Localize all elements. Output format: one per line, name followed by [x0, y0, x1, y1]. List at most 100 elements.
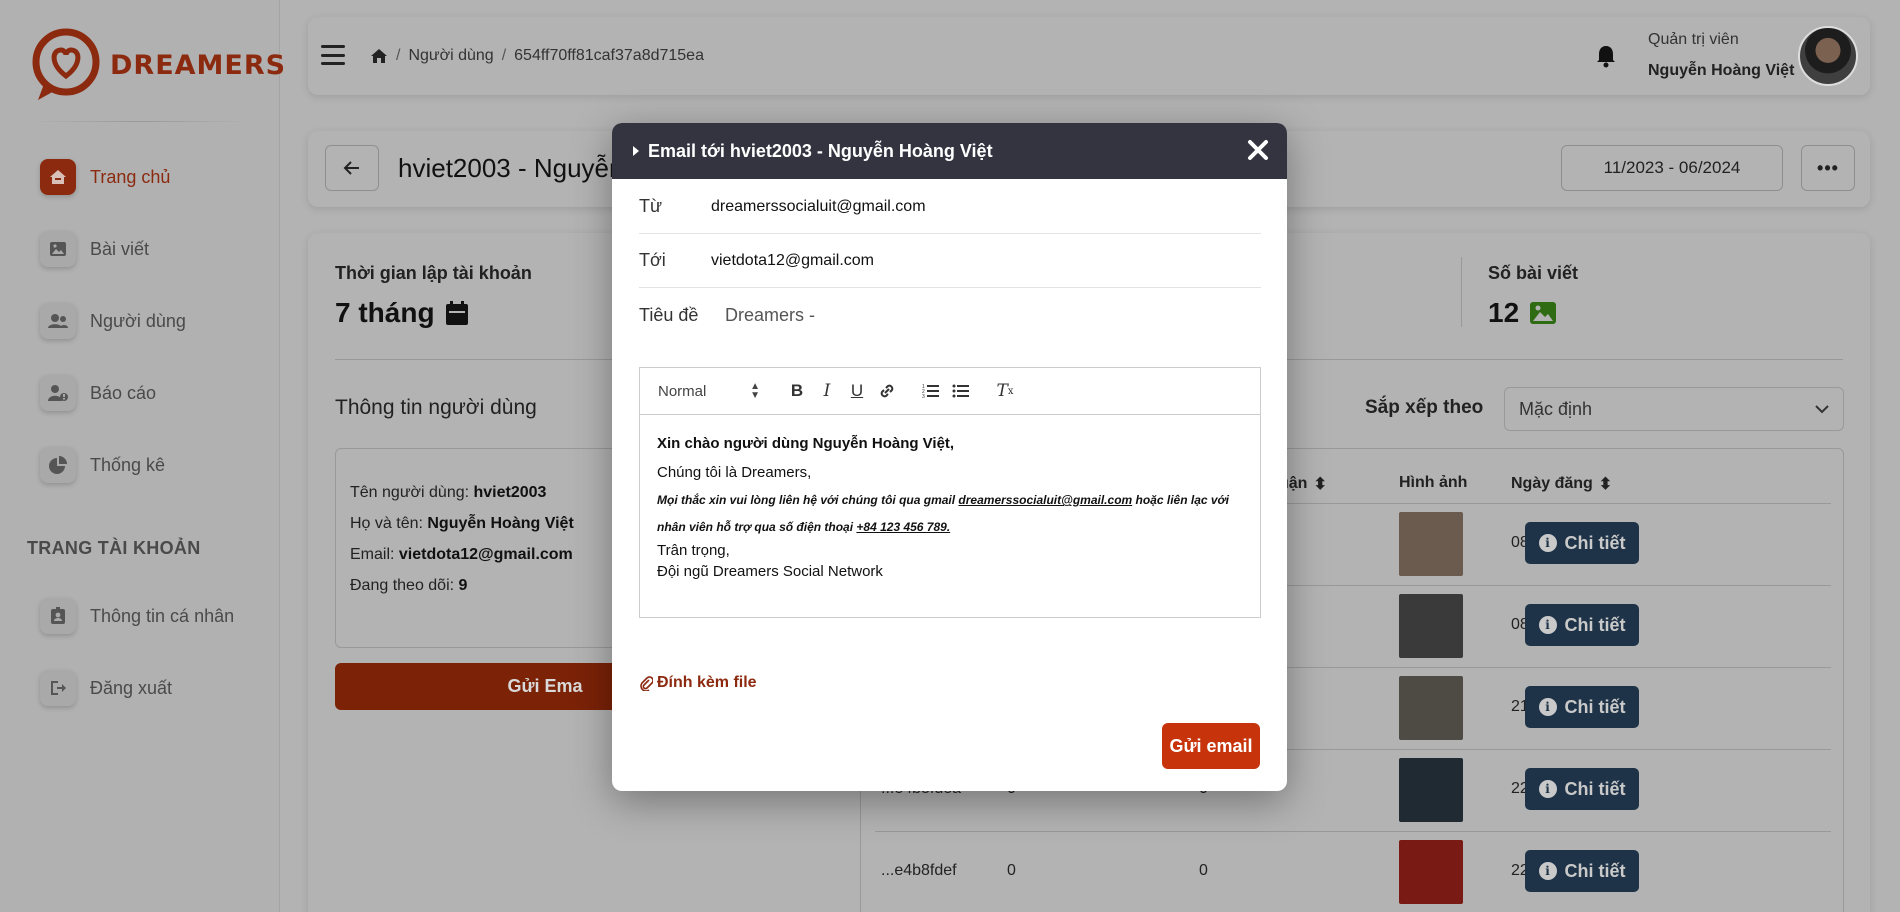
post-thumbnail[interactable]	[1399, 840, 1463, 904]
detail-button[interactable]: i Chi tiết	[1525, 522, 1639, 564]
info-icon: i	[1538, 534, 1557, 552]
home-icon	[40, 159, 76, 195]
svg-text:3: 3	[922, 394, 925, 399]
breadcrumb-users[interactable]: Người dùng	[408, 47, 493, 65]
image-green-icon	[1530, 302, 1557, 324]
menu-toggle-icon[interactable]	[321, 45, 345, 65]
breadcrumb-user-id: 654ff70ff81caf37a8d715ea	[514, 47, 704, 64]
breadcrumb: / Người dùng / 654ff70ff81caf37a8d715ea	[370, 47, 704, 65]
post-thumbnail[interactable]	[1399, 512, 1463, 576]
detail-button[interactable]: i Chi tiết	[1525, 686, 1639, 728]
logo[interactable]: DREAMERS	[30, 28, 286, 102]
italic-icon[interactable]: I	[812, 379, 842, 403]
avatar[interactable]	[1798, 26, 1858, 86]
sort-select[interactable]: Mặc định	[1504, 387, 1844, 431]
bullet-list-icon[interactable]	[946, 379, 976, 403]
detail-button[interactable]: i Chi tiết	[1525, 850, 1639, 892]
bell-icon[interactable]	[1595, 44, 1617, 68]
email-intro: Chúng tôi là Dreamers,	[657, 464, 812, 481]
from-value: dreamerssocialuit@gmail.com	[711, 197, 926, 215]
account-age-value: 7 tháng	[335, 297, 435, 328]
column-header-date[interactable]: Ngày đăng ⬍	[1511, 474, 1612, 494]
attach-file-link[interactable]: Đính kèm file	[639, 674, 757, 692]
sidebar-item-label: Đăng xuất	[90, 677, 173, 698]
account-age-stat: 7 tháng	[335, 297, 469, 329]
info-icon: i	[1538, 862, 1557, 880]
date-range-button[interactable]: 11/2023 - 06/2024	[1561, 145, 1783, 191]
sidebar-item-label: Báo cáo	[90, 382, 157, 403]
info-icon: i	[1538, 780, 1557, 798]
sidebar-item-statistics[interactable]: Thống kê	[40, 445, 165, 485]
email-closing: Trân trọng,	[657, 542, 730, 559]
back-button[interactable]	[325, 145, 379, 191]
to-row: Tới vietdota12@gmail.com	[639, 234, 1261, 288]
post-count-stat: 12	[1488, 297, 1557, 329]
id-card-icon	[40, 598, 76, 634]
close-icon[interactable]	[1245, 137, 1271, 163]
detail-button[interactable]: i Chi tiết	[1525, 768, 1639, 810]
sidebar-item-label: Trang chủ	[90, 166, 171, 187]
logout-icon	[40, 670, 76, 706]
post-count-value: 12	[1488, 297, 1520, 328]
post-comments: 0	[1199, 862, 1208, 879]
modal-title: Email tới hviet2003 - Nguyễn Hoàng Việt	[648, 140, 993, 161]
sidebar-item-posts[interactable]: Bài viết	[40, 229, 149, 269]
sidebar-item-profile[interactable]: Thông tin cá nhân	[40, 596, 234, 636]
sidebar-item-label: Người dùng	[90, 310, 186, 331]
sort-icon: ⬍	[1598, 476, 1613, 493]
page-title: hviet2003 - Nguyễn	[398, 153, 624, 183]
email-signature: Đội ngũ Dreamers Social Network	[657, 563, 883, 580]
sort-icon: ⬍	[1313, 476, 1327, 493]
sort-label: Sắp xếp theo	[1365, 397, 1484, 418]
sidebar-item-logout[interactable]: Đăng xuất	[40, 668, 172, 708]
detail-button[interactable]: i Chi tiết	[1525, 604, 1639, 646]
attach-file-label: Đính kèm file	[657, 674, 757, 691]
underline-icon[interactable]: U	[842, 379, 872, 403]
column-header-image: Hình ảnh	[1399, 474, 1468, 491]
home-breadcrumb-icon[interactable]	[370, 48, 388, 64]
updown-icon: ▲ ▼	[750, 381, 760, 401]
chart-icon	[40, 447, 76, 483]
topbar: / Người dùng / 654ff70ff81caf37a8d715ea …	[308, 17, 1870, 95]
format-select-value: Normal	[658, 382, 707, 400]
format-select[interactable]: Normal ▲ ▼	[658, 381, 760, 401]
post-count-label: Số bài viết	[1488, 263, 1579, 283]
sidebar-divider	[30, 121, 250, 122]
breadcrumb-separator: /	[501, 47, 507, 64]
calendar-icon	[445, 301, 468, 325]
user-info-title: Thông tin người dùng	[335, 396, 537, 419]
subject-input[interactable]	[725, 305, 1125, 326]
paperclip-icon	[640, 676, 653, 691]
dreamers-logo-icon	[32, 28, 100, 100]
info-icon: i	[1538, 698, 1557, 716]
email-editor: Normal ▲ ▼ B I U 123 Tx Xin chào người dù…	[639, 367, 1261, 618]
report-icon	[40, 375, 76, 411]
sidebar-item-home[interactable]: Trang chủ	[40, 157, 170, 197]
bold-icon[interactable]: B	[782, 379, 812, 403]
email-contact: Mọi thắc xin vui lòng liên hệ với chúng …	[657, 493, 1229, 534]
editor-toolbar: Normal ▲ ▼ B I U 123 Tx	[640, 368, 1260, 415]
clear-format-icon[interactable]: Tx	[990, 379, 1020, 403]
editor-body[interactable]: Xin chào người dùng Nguyễn Hoàng Việt, C…	[640, 415, 1260, 597]
sidebar-item-reports[interactable]: Báo cáo	[40, 373, 156, 413]
link-icon[interactable]	[872, 379, 902, 403]
sort-value: Mặc định	[1519, 398, 1593, 419]
send-email-modal-button[interactable]: Gửi email	[1162, 723, 1260, 769]
from-row: Từ dreamerssocialuit@gmail.com	[639, 180, 1261, 234]
post-id: ...e4b8fdef	[881, 862, 957, 879]
email-greeting: Xin chào người dùng Nguyễn Hoàng Việt,	[657, 435, 955, 452]
sidebar-item-users[interactable]: Người dùng	[40, 301, 186, 341]
post-thumbnail[interactable]	[1399, 676, 1463, 740]
more-options-button[interactable]: •••	[1801, 145, 1855, 191]
account-age-label: Thời gian lập tài khoản	[335, 263, 532, 283]
post-thumbnail[interactable]	[1399, 594, 1463, 658]
from-label: Từ	[639, 196, 663, 216]
breadcrumb-separator: /	[396, 47, 401, 64]
chevron-down-icon	[1815, 404, 1829, 413]
admin-name: Nguyễn Hoàng Việt	[1648, 62, 1795, 79]
to-label: Tới	[639, 250, 666, 270]
post-thumbnail[interactable]	[1399, 758, 1463, 822]
ordered-list-icon[interactable]: 123	[916, 379, 946, 403]
admin-role: Quản trị viên	[1648, 31, 1739, 48]
sidebar-item-label: Bài viết	[90, 238, 150, 259]
